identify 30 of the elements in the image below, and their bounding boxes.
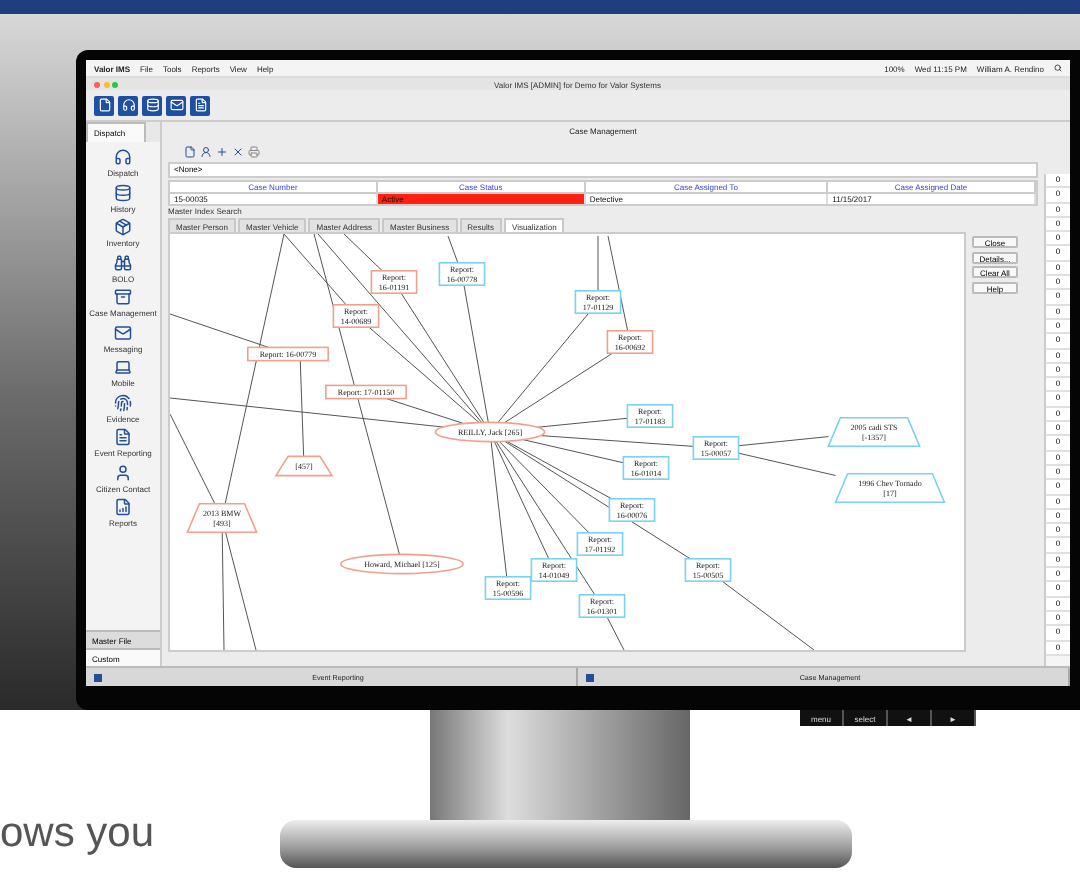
toolbar-icon[interactable]: [166, 95, 186, 115]
package-icon: [113, 218, 132, 236]
chart-document-icon: [113, 498, 132, 516]
toolbar-icon[interactable]: [118, 95, 138, 115]
headset-icon: [114, 148, 132, 166]
document-icon[interactable]: [184, 145, 196, 157]
person-icon[interactable]: [200, 145, 212, 157]
graph-edge: [597, 235, 599, 292]
server-icon: [113, 183, 132, 201]
graph-edge: [721, 580, 815, 650]
person-icon: [114, 463, 132, 481]
toolbar-icon[interactable]: [94, 95, 114, 115]
document-icon: [586, 673, 594, 681]
mail-icon: [114, 323, 132, 341]
search-icon[interactable]: [1054, 64, 1062, 72]
laptop-icon: [113, 358, 132, 376]
binoculars-icon: [114, 253, 132, 271]
caption-text: ows you: [0, 810, 155, 858]
printer-icon[interactable]: [248, 145, 260, 157]
archive-icon: [113, 288, 132, 306]
toolbar-icon[interactable]: [190, 95, 210, 115]
graph-edge: [606, 616, 625, 650]
document-icon: [94, 673, 102, 681]
close-icon[interactable]: [232, 145, 244, 157]
document-icon: [114, 428, 132, 446]
graph-edge: [738, 436, 829, 447]
graph-edge: [738, 452, 837, 476]
toolbar-icon[interactable]: [142, 95, 162, 115]
add-icon[interactable]: [216, 145, 228, 157]
fingerprint-icon: [114, 393, 132, 411]
